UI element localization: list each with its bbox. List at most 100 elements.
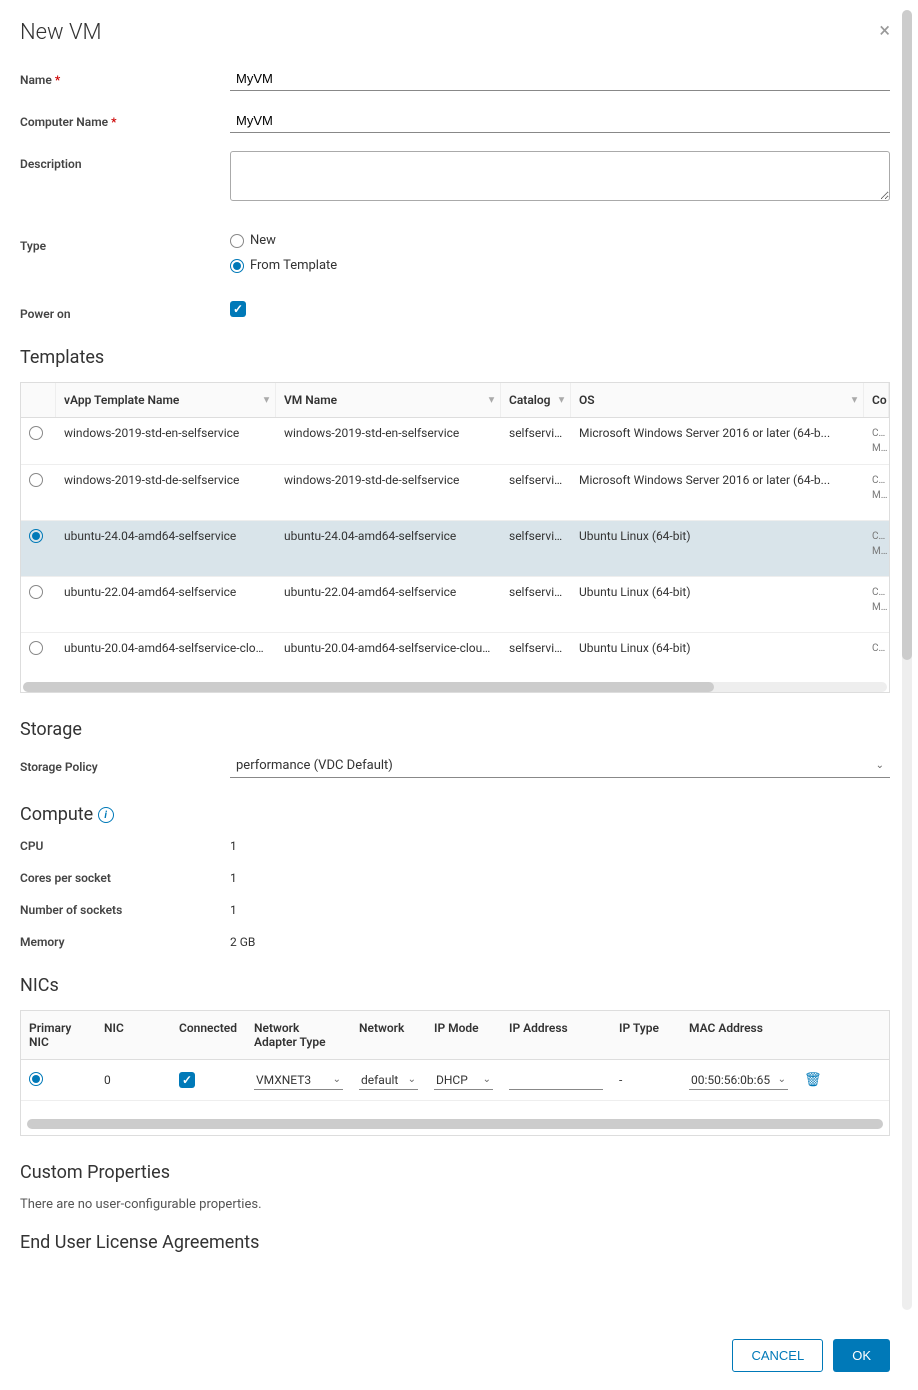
col-template-name[interactable]: vApp Template Name▾ [56,383,276,417]
templates-heading: Templates [20,347,890,368]
power-on-checkbox[interactable] [230,301,246,317]
radio-icon [230,259,244,273]
template-name-cell: ubuntu-22.04-amd64-selfservice [56,577,276,632]
ip-address-input[interactable] [509,1070,603,1090]
template-row[interactable]: ubuntu-22.04-amd64-selfserviceubuntu-22.… [21,577,889,633]
select-template-radio[interactable] [29,473,43,487]
new-vm-dialog: × New VM Name * Computer Name * Descript… [0,0,918,1390]
nics-heading: NICs [20,975,890,996]
vm-name-cell: ubuntu-20.04-amd64-selfservice-cloud-i..… [276,633,501,678]
select-template-radio[interactable] [29,426,43,440]
col-ip-mode: IP Mode [426,1011,501,1059]
filter-icon[interactable]: ▾ [489,395,494,406]
nic-row: 0 VMXNET3⌄ default⌄ DHCP⌄ - 00:50:56:0b:… [21,1060,889,1101]
os-cell: Microsoft Windows Server 2016 or later (… [571,465,864,520]
ip-mode-select[interactable]: DHCP⌄ [434,1071,493,1090]
template-row[interactable]: windows-2019-std-de-selfservicewindows-2… [21,465,889,521]
sockets-label: Number of sockets [20,903,230,917]
os-cell: Microsoft Windows Server 2016 or later (… [571,418,864,464]
col-co: Co [864,383,889,417]
close-icon[interactable]: × [879,20,890,40]
filter-icon[interactable]: ▾ [852,395,857,406]
type-template-label: From Template [250,258,337,273]
nics-hscrollbar[interactable] [27,1119,883,1129]
vm-name-cell: windows-2019-std-de-selfservice [276,465,501,520]
os-cell: Ubuntu Linux (64-bit) [571,577,864,632]
adapter-type-select[interactable]: VMXNET3⌄ [254,1071,343,1090]
required-icon: * [111,115,116,129]
nics-table: Primary NIC NIC Connected Network Adapte… [20,1010,890,1136]
info-icon[interactable]: i [98,807,114,823]
template-row[interactable]: ubuntu-20.04-amd64-selfservice-cloud-i..… [21,633,889,678]
template-name-cell: ubuntu-24.04-amd64-selfservice [56,521,276,576]
catalog-cell: selfservice [501,577,571,632]
chevron-down-icon: ⌄ [333,1074,341,1085]
col-primary-nic: Primary NIC [21,1011,96,1059]
type-new-label: New [250,233,276,248]
scrollbar[interactable] [902,10,912,1310]
col-connected: Connected [171,1011,246,1059]
description-label: Description [20,151,230,171]
col-nic: NIC [96,1011,171,1059]
ok-button[interactable]: OK [833,1339,890,1372]
cpu-value: 1 [230,839,237,853]
template-name-cell: ubuntu-20.04-amd64-selfservice-cloud-i..… [56,633,276,678]
catalog-cell: selfservice [501,418,571,464]
storage-heading: Storage [20,719,890,740]
nic-index: 0 [96,1063,171,1097]
select-template-radio[interactable] [29,641,43,655]
meta-cell: CP [864,633,889,678]
os-cell: Ubuntu Linux (64-bit) [571,633,864,678]
col-catalog[interactable]: Catalog▾ [501,383,571,417]
network-select[interactable]: default⌄ [359,1071,418,1090]
cancel-button[interactable]: CANCEL [732,1339,823,1372]
computer-name-label: Computer Name [20,115,108,129]
filter-icon[interactable]: ▾ [559,395,564,406]
templates-hscrollbar[interactable] [23,682,887,692]
col-ip-address: IP Address [501,1011,611,1059]
select-template-radio[interactable] [29,585,43,599]
template-name-cell: windows-2019-std-en-selfservice [56,418,276,464]
chevron-down-icon: ⌄ [483,1074,491,1085]
meta-cell: CPMe [864,465,889,520]
description-textarea[interactable] [230,151,890,201]
compute-heading: Compute i [20,804,890,825]
col-mac-address: MAC Address [681,1011,796,1059]
storage-policy-label: Storage Policy [20,754,230,774]
sockets-value: 1 [230,903,237,917]
meta-cell: CPMe [864,577,889,632]
col-adapter-type: Network Adapter Type [246,1011,351,1059]
computer-name-input[interactable] [230,109,890,133]
nic-connected-checkbox[interactable] [179,1072,195,1088]
ip-type-value: - [611,1063,681,1097]
vm-name-cell: windows-2019-std-en-selfservice [276,418,501,464]
catalog-cell: selfservice [501,521,571,576]
type-new-radio[interactable]: New [230,233,890,248]
templates-table: vApp Template Name▾ VM Name▾ Catalog▾ OS… [20,382,890,693]
storage-policy-select[interactable]: performance (VDC Default) ⌄ [230,754,890,778]
template-row[interactable]: windows-2019-std-en-selfservicewindows-2… [21,418,889,465]
chevron-down-icon: ⌄ [408,1074,416,1085]
name-input[interactable] [230,67,890,91]
template-name-cell: windows-2019-std-de-selfservice [56,465,276,520]
catalog-cell: selfservice [501,465,571,520]
storage-policy-value: performance (VDC Default) [236,758,393,773]
chevron-down-icon: ⌄ [876,760,884,771]
col-vm-name[interactable]: VM Name▾ [276,383,501,417]
col-os[interactable]: OS▾ [571,383,864,417]
mac-address-select[interactable]: 00:50:56:0b:65⌄ [689,1071,788,1090]
template-row[interactable]: ubuntu-24.04-amd64-selfserviceubuntu-24.… [21,521,889,577]
required-icon: * [55,73,60,87]
delete-nic-icon[interactable]: 🗑 [804,1072,822,1088]
primary-nic-radio[interactable] [29,1072,43,1086]
vm-name-cell: ubuntu-22.04-amd64-selfservice [276,577,501,632]
cores-per-socket-value: 1 [230,871,237,885]
select-template-radio[interactable] [29,529,43,543]
memory-label: Memory [20,935,230,949]
filter-icon[interactable]: ▾ [264,395,269,406]
custom-properties-heading: Custom Properties [20,1162,890,1183]
templates-header-row: vApp Template Name▾ VM Name▾ Catalog▾ OS… [21,383,889,418]
type-template-radio[interactable]: From Template [230,258,890,273]
col-network: Network [351,1011,426,1059]
eula-heading: End User License Agreements [20,1232,890,1253]
